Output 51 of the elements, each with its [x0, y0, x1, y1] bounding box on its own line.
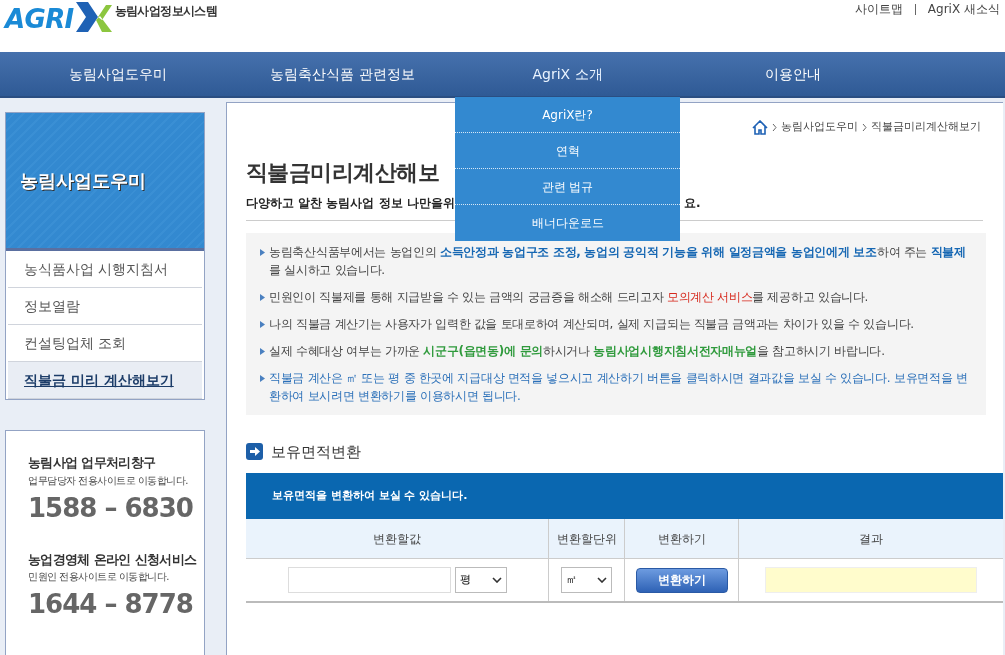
unit-select[interactable]: ㎡ — [561, 567, 612, 593]
chevron-down-icon — [597, 577, 607, 583]
column-header: 변환할값 — [246, 519, 549, 559]
contact-title: 농업경영체 온라인 신청서비스 — [28, 550, 198, 569]
section-title: 보유면적변환 — [271, 441, 361, 463]
section-banner: 보유면적을 변환하여 보실 수 있습니다. — [246, 473, 1003, 519]
page-subtitle: 다양하고 알찬 농림사업 정보 나만을위 — [246, 194, 456, 212]
column-header: 변환할단위 — [549, 519, 625, 559]
sidebar-title: 농림사업도우미 — [20, 169, 146, 193]
nav-item[interactable]: 이용안내 — [764, 63, 821, 85]
page-title: 직불금미리계산해보 — [246, 158, 440, 187]
header-link[interactable]: 사이트맵 — [854, 0, 903, 18]
contact-subtitle: 민원인 전용사이트로 이동합니다. — [28, 570, 171, 584]
chevron-right-icon — [772, 122, 777, 132]
chevron-down-icon — [491, 577, 502, 583]
logo-x-icon — [75, 2, 112, 32]
info-text: 나의 직불금 계산기는 사용자가 입력한 값을 토대로하여 계산되며, 실제 지급되는 직불금 금액과는 차이가 있을 수 있습니다. — [269, 315, 914, 333]
nav-item[interactable]: 농림사업도우미 — [68, 63, 167, 85]
logo-wordmark[interactable]: AGRI — [5, 6, 74, 32]
phone-number[interactable]: 1588 – 6830 — [28, 487, 193, 528]
page-subtitle: 요. — [684, 194, 701, 212]
info-text: 직불금 계산은 ㎡ 또는 평 중 한곳에 지급대상 면적을 넣으시고 계산하기 버튼을 클릭하시면 결과값을 보실 수 있습니다. 보유면적을 변환하여 보시려면 변환하기를 이용하시면 됩니다. — [269, 369, 969, 405]
phone-number[interactable]: 1644 – 8778 — [28, 584, 193, 624]
column-header: 결과 — [739, 519, 1003, 559]
bullet-icon — [260, 374, 265, 382]
info-text: 실제 수혜대상 여부는 가까운 시군구(읍면동)에 문의하시거나 농림사업시행지침서전자매뉴얼을 참고하시기 바랍니다. — [269, 342, 885, 360]
header-link[interactable]: AgriX 새소식 — [927, 0, 1000, 18]
contact-title: 농림사업 업무처리창구 — [28, 454, 157, 472]
chevron-right-icon — [862, 122, 867, 132]
sidebar-item[interactable]: 농식품사업 시행지침서 — [8, 251, 202, 288]
bullet-icon — [260, 293, 265, 301]
sidebar-item[interactable]: 직불금 미리 계산해보기 — [8, 362, 202, 399]
sidebar-item[interactable]: 정보열람 — [8, 288, 202, 325]
breadcrumb-link[interactable]: 직불금미리계산해보기 — [871, 119, 981, 136]
convert-button[interactable]: 변환하기 — [635, 567, 728, 593]
bullet-icon — [260, 347, 265, 355]
contact-subtitle: 업무담당자 전용사이트로 이동합니다. — [28, 473, 190, 488]
value-field[interactable] — [287, 567, 451, 593]
breadcrumb-link[interactable]: 농림사업도우미 — [781, 119, 858, 136]
info-text: 민원인이 직불제를 통해 지급받을 수 있는 금액의 궁금증을 해소해 드리고자 모의계산 서비스를 제공하고 있습니다. — [269, 288, 869, 306]
nav-item[interactable]: AgriX 소개 — [532, 63, 603, 85]
result-field[interactable] — [765, 567, 977, 593]
bullet-icon — [260, 320, 265, 328]
info-text: 농림축산식품부에서는 농업인의 소득안정과 농업구조 조정, 농업의 공익적 기능을 위해 일정금액을 농업인에게 보조하여 주는 직불제 를 실시하고 있습니다. — [269, 243, 967, 279]
nav-item[interactable]: 농림축산식품 관련정보 — [270, 63, 415, 85]
logo-tagline: 농림사업정보시스템 — [114, 3, 218, 20]
unit-select[interactable]: 평 — [454, 567, 507, 593]
home-icon[interactable] — [752, 119, 768, 135]
dropdown-item[interactable]: 배너다운로드 — [455, 205, 680, 241]
bullet-icon — [260, 248, 265, 256]
column-header: 변환하기 — [625, 519, 739, 559]
